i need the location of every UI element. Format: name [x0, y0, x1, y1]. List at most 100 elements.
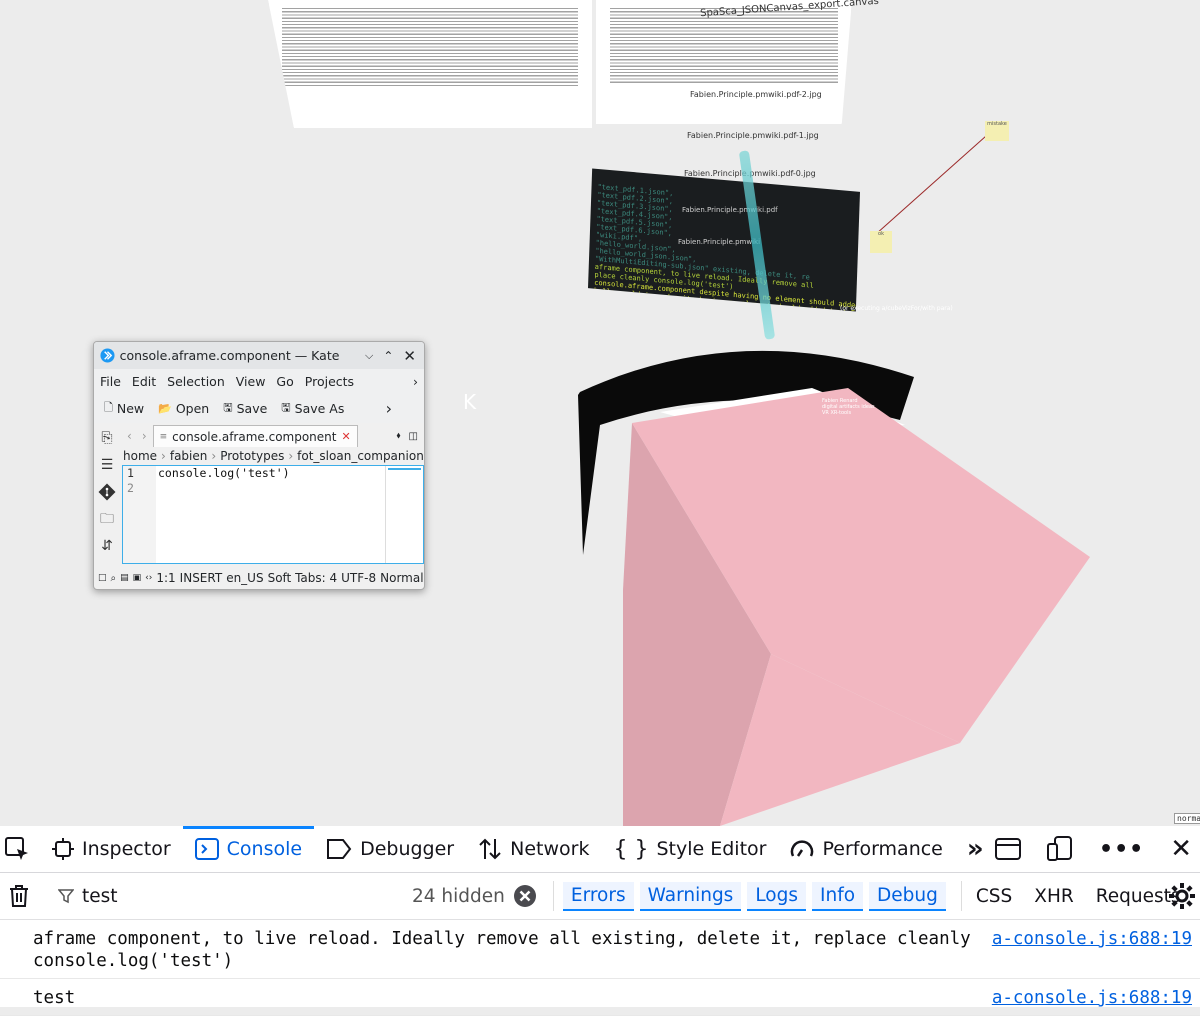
breadcrumb-separator-icon: › — [211, 449, 217, 463]
save-button[interactable]: 🖫 Save — [223, 399, 267, 418]
new-button[interactable]: 🗋 New — [104, 399, 144, 418]
message-source-link[interactable]: a-console.js:688:19 — [992, 928, 1192, 950]
symbols-list-icon[interactable]: ☰ — [98, 456, 116, 474]
menu-selection[interactable]: Selection — [167, 374, 225, 389]
open-button-label: Open — [175, 400, 210, 416]
console-settings-icon[interactable] — [1168, 882, 1196, 910]
encoding[interactable]: UTF-8 — [341, 571, 376, 585]
save-button-label: Save — [236, 400, 268, 416]
tab-inspector[interactable]: Inspector — [40, 826, 183, 872]
trash-icon[interactable] — [8, 884, 30, 908]
line-number: 1 — [127, 466, 134, 480]
line-number-gutter: 1 2 — [123, 466, 156, 563]
filter-input[interactable]: test — [82, 886, 412, 907]
kate-tabbar: ‹ › ≡ console.aframe.component ✕ ⬧ ◫ — [121, 425, 424, 447]
more-options-icon[interactable]: ••• — [1099, 837, 1144, 862]
close-devtools-icon[interactable]: ✕ — [1170, 834, 1192, 864]
tab-console[interactable]: Console — [182, 826, 315, 872]
devtools-toolbar: Inspector Console Debugger Network { } S… — [0, 826, 1200, 873]
menu-projects[interactable]: Projects — [305, 374, 354, 389]
edge-mode-tag: normal — [1174, 813, 1200, 824]
menu-edit[interactable]: Edit — [132, 374, 156, 389]
tab-console-label: Console — [226, 838, 303, 860]
console-filter-bar: test 24 hidden Errors Warnings Logs Info… — [0, 873, 1200, 920]
filter-icon — [58, 888, 74, 904]
console-icon — [194, 838, 219, 860]
git-icon[interactable] — [98, 483, 116, 501]
open-button[interactable]: 📂 Open — [158, 401, 209, 416]
tab-network[interactable]: Network — [466, 826, 601, 872]
tab-style-editor[interactable]: { } Style Editor — [601, 826, 778, 872]
breadcrumb-separator-icon: › — [161, 449, 166, 463]
filter-divider — [552, 881, 554, 911]
tab-back-icon[interactable]: ‹ — [127, 429, 132, 443]
picker-icon — [5, 837, 28, 860]
kate-titlebar[interactable]: console.aframe.component — Kate ⌵ ⌃ ✕ — [94, 342, 424, 369]
element-picker-button[interactable] — [0, 826, 40, 872]
split-console-icon[interactable] — [995, 838, 1022, 860]
vr-scene[interactable]: SpaSca_JSONCanvas_export.canvas Fabien.P… — [0, 0, 1200, 826]
more-tools-button[interactable]: » — [955, 826, 996, 872]
maximize-icon[interactable]: ⌃ — [383, 349, 393, 363]
responsive-design-icon[interactable] — [1047, 836, 1073, 862]
dictionary[interactable]: en_US — [226, 571, 263, 585]
kate-editor-window[interactable]: console.aframe.component — Kate ⌵ ⌃ ✕ Fi… — [93, 341, 425, 590]
tab-debugger[interactable]: Debugger — [314, 826, 466, 872]
menu-overflow-icon[interactable]: › — [413, 374, 418, 389]
filesystem-folder-icon[interactable]: 🗀 — [98, 510, 116, 528]
menu-go[interactable]: Go — [276, 374, 293, 389]
minimap[interactable] — [385, 466, 423, 563]
tab-close-icon[interactable]: ✕ — [341, 430, 350, 443]
minimize-icon[interactable]: ⌵ — [365, 349, 373, 363]
save-as-button[interactable]: 🖫 Save As — [281, 399, 344, 418]
clear-filter-icon[interactable] — [513, 884, 537, 908]
devtools-actions: ••• ✕ — [995, 826, 1200, 872]
tools-icon[interactable]: ⇵ — [98, 537, 116, 555]
highlight-mode[interactable]: Normal — [380, 571, 423, 585]
save-icon: 🖫 — [223, 400, 233, 414]
filter-debug[interactable]: Debug — [869, 881, 946, 911]
inspector-icon — [52, 838, 74, 860]
toolbar-overflow-icon[interactable]: › — [386, 399, 392, 418]
filter-info[interactable]: Info — [812, 881, 864, 911]
search-icon[interactable]: ⌕ — [111, 573, 117, 584]
menu-view[interactable]: View — [236, 374, 266, 389]
documents-icon[interactable]: ⎘ — [98, 429, 116, 447]
kate-statusbar: □ ⌕ ▤ ▣ ‹› 1:1 INSERT en_US Soft Tabs: 4… — [94, 567, 424, 589]
project-icon[interactable]: ▣ — [133, 573, 142, 583]
tab-debugger-label: Debugger — [360, 838, 455, 860]
cursor-position[interactable]: 1:1 — [156, 571, 175, 585]
filter-warnings[interactable]: Warnings — [639, 881, 742, 911]
message-source-link[interactable]: a-console.js:688:19 — [992, 987, 1192, 1009]
code-text[interactable]: console.log('test') — [158, 466, 290, 481]
hidden-count: 24 hidden — [412, 885, 505, 907]
code-editor[interactable]: 1 2 console.log('test') — [122, 465, 424, 564]
filter-css[interactable]: CSS — [976, 886, 1012, 907]
tab-menu-icon[interactable]: ⬧ — [396, 431, 400, 441]
tab-label: console.aframe.component — [172, 429, 337, 444]
tab-performance[interactable]: Performance — [778, 826, 954, 872]
network-icon — [479, 838, 501, 860]
code-icon[interactable]: ‹› — [145, 573, 152, 583]
save-as-icon: 🖫 — [281, 400, 291, 414]
breadcrumb-item[interactable]: Prototypes — [220, 449, 284, 463]
tab-forward-icon[interactable]: › — [142, 429, 147, 443]
indentation[interactable]: Soft Tabs: 4 — [268, 571, 338, 585]
breadcrumb-item[interactable]: home — [123, 449, 157, 463]
menu-file[interactable]: File — [100, 374, 121, 389]
terminal-icon[interactable]: □ — [98, 573, 107, 583]
output-icon[interactable]: ▤ — [120, 573, 129, 583]
kate-app-icon — [100, 348, 115, 363]
close-icon[interactable]: ✕ — [403, 347, 416, 365]
filter-logs[interactable]: Logs — [747, 881, 807, 911]
tab-style-editor-label: Style Editor — [656, 838, 767, 860]
breadcrumb-item[interactable]: fot_sloan_companion — [297, 449, 424, 463]
input-mode[interactable]: INSERT — [180, 571, 223, 585]
split-view-icon[interactable]: ◫ — [409, 431, 418, 442]
kate-menubar: File Edit Selection View Go Projects › — [94, 369, 424, 393]
filter-xhr[interactable]: XHR — [1034, 886, 1073, 907]
breadcrumb-item[interactable]: fabien — [170, 449, 208, 463]
filter-errors[interactable]: Errors — [562, 881, 634, 911]
tab-console-aframe-component[interactable]: ≡ console.aframe.component ✕ — [152, 425, 358, 447]
firefox-devtools: Inspector Console Debugger Network { } S… — [0, 826, 1200, 1016]
